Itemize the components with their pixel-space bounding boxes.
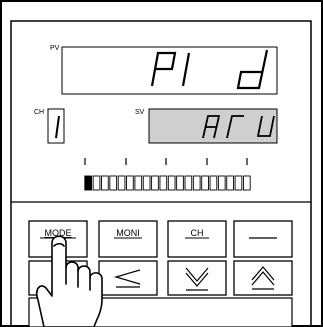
bargraph-segment [176, 175, 184, 191]
left-arrow-key[interactable] [98, 260, 158, 296]
scale-ticks [84, 158, 248, 165]
sv-label: SV [135, 109, 145, 116]
bargraph-segment [142, 175, 151, 191]
bargraph-segment [101, 175, 109, 191]
bargraph-segment [217, 175, 226, 191]
sv-display [148, 108, 278, 144]
bargraph-segment [134, 175, 143, 191]
bargraph-segment [184, 175, 193, 191]
bargraph-segment [192, 175, 201, 191]
bargraph-segment [151, 175, 159, 191]
ch-label: CH [34, 109, 44, 116]
bargraph-segment [242, 175, 251, 191]
controller-front-panel: PV CH SV MODE MONI CH [0, 0, 323, 327]
bargraph-segment [226, 175, 234, 191]
bargraph-segment [84, 175, 93, 191]
blank-key[interactable] [233, 220, 293, 258]
bargraph-segment [201, 175, 209, 191]
bargraph-segment [167, 175, 176, 191]
moni-key-label: MONI [116, 228, 140, 238]
ch-key[interactable] [167, 220, 227, 258]
ch-key-label: CH [191, 228, 204, 238]
bargraph-segment [117, 175, 126, 191]
bargraph-segment [126, 175, 134, 191]
bargraph-segment [92, 175, 101, 191]
moni-key[interactable] [98, 220, 158, 258]
bargraph-segment [209, 175, 218, 191]
pv-label: PV [50, 45, 60, 52]
bargraph-segment [234, 175, 243, 191]
bargraph-segment [159, 175, 168, 191]
bargraph-segment [109, 175, 118, 191]
bargraph [84, 175, 251, 191]
